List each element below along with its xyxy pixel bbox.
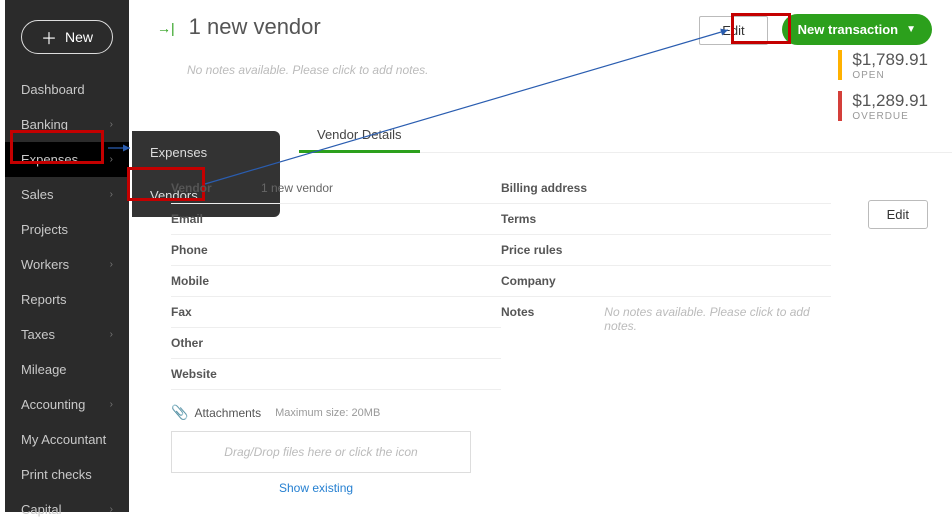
- sidebar-item-mileage[interactable]: Mileage: [5, 352, 129, 387]
- open-bar-icon: [838, 50, 842, 80]
- new-transaction-button[interactable]: New transaction ▼: [782, 14, 932, 45]
- open-label: OPEN: [852, 70, 928, 81]
- chevron-right-icon: ›: [110, 154, 113, 165]
- summary-overdue: $1,289.91 OVERDUE: [838, 91, 928, 122]
- field-billing-address: Billing address: [501, 173, 831, 204]
- chevron-right-icon: ›: [110, 259, 113, 270]
- edit-details-button[interactable]: Edit: [868, 200, 928, 229]
- field-terms: Terms: [501, 204, 831, 235]
- summary-panel: $1,789.91 OPEN $1,289.91 OVERDUE: [838, 50, 928, 132]
- chevron-right-icon: ›: [110, 189, 113, 200]
- show-existing-link[interactable]: Show existing: [279, 481, 952, 495]
- caret-down-icon: ▼: [906, 24, 916, 35]
- new-button-label: New: [65, 29, 93, 45]
- overdue-bar-icon: [838, 91, 842, 121]
- main-content: →| 1 new vendor Edit New transaction ▼ N…: [129, 0, 952, 512]
- details-col-right: Billing address Terms Price rules Compan…: [501, 173, 831, 390]
- new-button[interactable]: ＋ New: [21, 20, 113, 54]
- vendor-details-panel: Vendor1 new vendor Email Phone Mobile Fa…: [171, 173, 952, 390]
- attachments-section: 📎 Attachments Maximum size: 20MB Drag/Dr…: [171, 404, 952, 495]
- field-mobile: Mobile: [171, 266, 501, 297]
- details-col-left: Vendor1 new vendor Email Phone Mobile Fa…: [171, 173, 501, 390]
- sidebar-item-capital[interactable]: Capital›: [5, 492, 129, 527]
- open-amount: $1,789.91: [852, 50, 928, 70]
- page-title: 1 new vendor: [189, 14, 700, 40]
- paperclip-icon: 📎: [171, 404, 188, 421]
- edit-button[interactable]: Edit: [699, 16, 767, 45]
- sidebar-item-projects[interactable]: Projects: [5, 212, 129, 247]
- collapse-sidebar-icon[interactable]: →|: [157, 20, 175, 36]
- sidebar-item-workers[interactable]: Workers›: [5, 247, 129, 282]
- sidebar-item-reports[interactable]: Reports: [5, 282, 129, 317]
- field-fax: Fax: [171, 297, 501, 328]
- attachments-header: 📎 Attachments Maximum size: 20MB: [171, 404, 952, 421]
- sidebar-item-my-accountant[interactable]: My Accountant: [5, 422, 129, 457]
- chevron-right-icon: ›: [110, 119, 113, 130]
- attachments-label: Attachments: [194, 406, 261, 420]
- field-vendor: Vendor1 new vendor: [171, 173, 501, 204]
- notes-placeholder[interactable]: No notes available. Please click to add …: [187, 63, 952, 77]
- field-other: Other: [171, 328, 501, 359]
- field-email: Email: [171, 204, 501, 235]
- field-price-rules: Price rules: [501, 235, 831, 266]
- tab-vendor-details[interactable]: Vendor Details: [299, 117, 420, 152]
- field-notes: Notes No notes available. Please click t…: [501, 297, 831, 341]
- overdue-amount: $1,289.91: [852, 91, 928, 111]
- attachments-max-size: Maximum size: 20MB: [275, 407, 380, 419]
- sidebar-item-dashboard[interactable]: Dashboard: [5, 72, 129, 107]
- notes-value[interactable]: No notes available. Please click to add …: [604, 305, 831, 333]
- sidebar-item-taxes[interactable]: Taxes›: [5, 317, 129, 352]
- summary-open: $1,789.91 OPEN: [838, 50, 928, 81]
- plus-icon: ＋: [41, 25, 57, 49]
- field-phone: Phone: [171, 235, 501, 266]
- sidebar-item-accounting[interactable]: Accounting›: [5, 387, 129, 422]
- overdue-label: OVERDUE: [852, 111, 928, 122]
- sidebar-item-banking[interactable]: Banking›: [5, 107, 129, 142]
- sidebar: ＋ New Dashboard Banking› Expenses› Sales…: [5, 0, 129, 512]
- sidebar-item-expenses[interactable]: Expenses›: [5, 142, 129, 177]
- chevron-right-icon: ›: [110, 399, 113, 410]
- field-website: Website: [171, 359, 501, 390]
- sidebar-item-print-checks[interactable]: Print checks: [5, 457, 129, 492]
- chevron-right-icon: ›: [110, 504, 113, 515]
- attachments-dropzone[interactable]: Drag/Drop files here or click the icon: [171, 431, 471, 473]
- header: →| 1 new vendor Edit New transaction ▼: [129, 0, 952, 45]
- chevron-right-icon: ›: [110, 329, 113, 340]
- sidebar-item-sales[interactable]: Sales›: [5, 177, 129, 212]
- field-company: Company: [501, 266, 831, 297]
